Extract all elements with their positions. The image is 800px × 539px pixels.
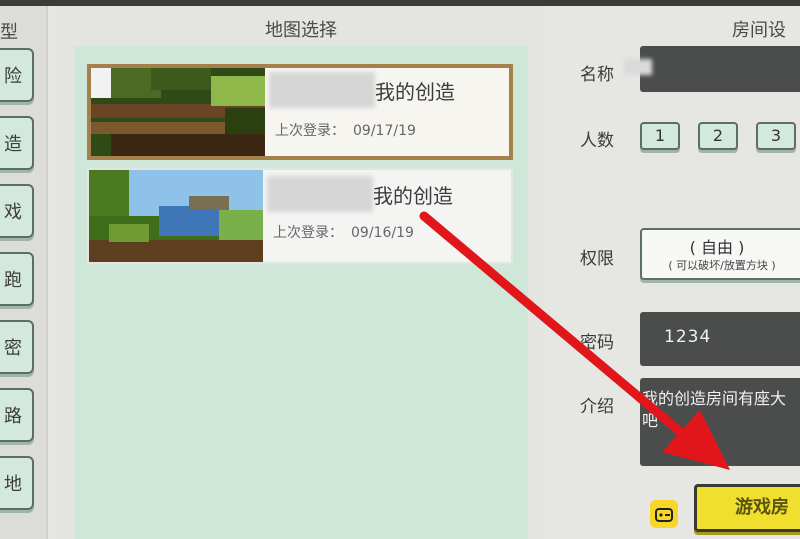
permission-description: ( 可以破坏/放置方块 ) [668,259,776,272]
map-name-1: 我的创造 [375,80,455,104]
room-settings-panel: 房间设 名称 人数 1 2 3 权限 ( 自由 ) ( 可以破坏/放置方块 ) … [556,6,800,539]
mode-sidebar-title: 型 [0,22,18,43]
intro-label: 介绍 [580,397,614,417]
mode-button-4[interactable]: 跑 [0,252,34,306]
player-count-1-button[interactable]: 1 [640,122,680,150]
permission-value: ( 自由 ) [689,238,745,257]
map-name-2: 我的创造 [373,184,453,208]
last-login-date-2: 09/16/19 [351,225,414,241]
mode-sidebar: 型 险 造 戏 跑 密 路 地 [0,6,48,539]
mode-button-5[interactable]: 密 [0,320,34,374]
map-thumbnail-1 [91,68,265,156]
permission-label: 权限 [580,249,614,269]
room-settings-title: 房间设 [732,20,786,41]
create-room-button[interactable]: 游戏房 [694,484,800,532]
password-label: 密码 [580,333,614,353]
last-login-date-1: 09/17/19 [353,123,416,139]
room-name-label: 名称 [580,65,614,85]
map-list[interactable]: 我的创造 上次登录： 09/17/19 我的创造 上次登录： 09/16/19 [74,46,528,539]
permission-selector[interactable]: ( 自由 ) ( 可以破坏/放置方块 ) [640,228,800,280]
map-select-panel: 地图选择 我的创造 上次登录： 09/17/19 我的创造 上次登录： 09/1… [57,6,545,539]
player-count-3-button[interactable]: 3 [756,122,796,150]
password-field[interactable]: 1234 [640,312,800,366]
player-count-label: 人数 [580,131,614,151]
map-name-blur-2 [267,176,373,212]
map-thumbnail-2 [89,170,263,262]
map-card-2[interactable]: 我的创造 上次登录： 09/16/19 [87,168,513,264]
room-name-blur [624,59,652,75]
last-login-label-1: 上次登录： [275,123,345,139]
mode-button-2[interactable]: 造 [0,116,34,170]
player-count-2-button[interactable]: 2 [698,122,738,150]
mode-button-7[interactable]: 地 [0,456,34,510]
room-name-field[interactable] [624,46,800,92]
map-last-login-2: 上次登录： 09/16/19 [273,222,414,242]
map-name-blur-1 [269,72,375,108]
mode-button-6[interactable]: 路 [0,388,34,442]
map-select-title: 地图选择 [265,20,337,41]
intro-field[interactable]: 我的创造房间有座大 吧 [640,378,800,466]
intro-value: 我的创造房间有座大 吧 [642,389,787,430]
mode-button-1[interactable]: 险 [0,48,34,102]
mode-button-3[interactable]: 戏 [0,184,34,238]
map-card-1[interactable]: 我的创造 上次登录： 09/17/19 [87,64,513,160]
watermark-icon [650,500,678,528]
last-login-label-2: 上次登录： [273,225,343,241]
password-value: 1234 [664,327,712,347]
map-last-login-1: 上次登录： 09/17/19 [275,120,416,140]
